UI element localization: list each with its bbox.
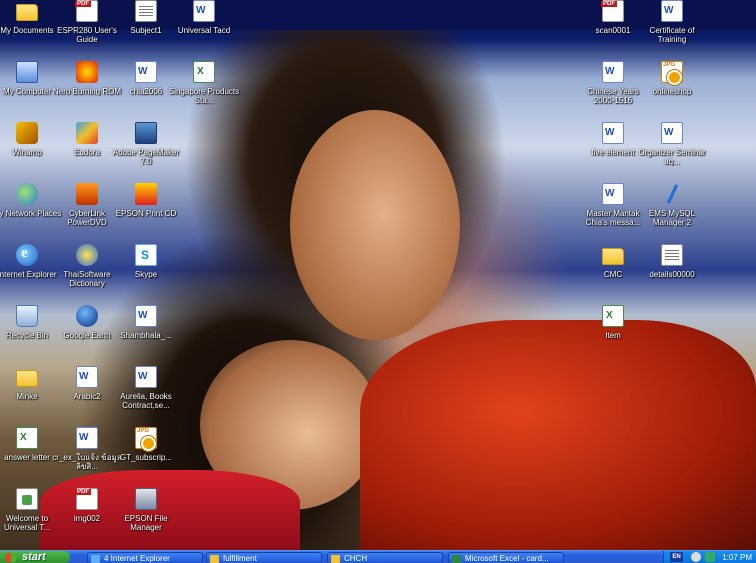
desktop-icon[interactable]: EPSON Print CD [113, 183, 179, 241]
wallpaper-face-man [290, 110, 460, 340]
skype-icon [135, 244, 157, 266]
desktop-icon-label: EPSON File Manager [124, 514, 168, 532]
desktop-icon[interactable]: onlineshop [639, 61, 705, 119]
excel-icon [452, 555, 461, 563]
desktop-icon[interactable]: Aurelia, Books Contract,se... [113, 366, 179, 424]
doc-icon [76, 366, 98, 388]
nero-icon [76, 61, 98, 83]
desktop-icon-label: Aurelia, Books Contract,se... [120, 392, 172, 410]
taskbar: start 4 Internet Explorer fulfillment CH… [0, 550, 756, 563]
system-tray: EN 1:07 PM [663, 551, 756, 563]
pdf-icon [75, 488, 98, 510]
wallpaper-red-jacket [360, 320, 756, 550]
doc-icon [661, 122, 683, 144]
taskbar-button-label: Microsoft Excel - card... [465, 554, 549, 563]
volume-icon[interactable] [691, 552, 701, 562]
desktop-icon[interactable]: Adobe PageMaker 7.0 [113, 122, 179, 180]
doc-icon [135, 305, 157, 327]
txt-icon [135, 0, 157, 22]
network-tray-icon[interactable] [705, 552, 715, 562]
taskbar-button-chch[interactable]: CHCH [327, 552, 443, 563]
jpg-icon [661, 61, 683, 85]
desktop-icon-label: onlineshop [652, 87, 692, 96]
doc-icon [193, 0, 215, 22]
desktop-icon-label: Universal Tacd [177, 26, 231, 35]
doc-icon [602, 122, 624, 144]
desktop-icon-label: Certificate of Training [649, 26, 695, 44]
taskbar-button-label: 4 Internet Explorer [104, 554, 170, 563]
desktop-icon[interactable]: Certificate of Training [639, 0, 705, 58]
pdf-icon [75, 0, 98, 22]
earth-icon [76, 305, 98, 327]
desktop-icon-label: Singapore Products Sta... [168, 87, 240, 105]
folder-icon [331, 555, 340, 563]
folder-icon [602, 248, 624, 265]
jpg-icon [135, 427, 157, 451]
desktop-icon[interactable]: Universal Tacd [171, 0, 237, 58]
taskbar-button-internet-explorer[interactable]: 4 Internet Explorer [87, 552, 203, 563]
ie-icon [16, 244, 38, 266]
doc-icon [602, 183, 624, 205]
eudora-icon [76, 122, 98, 144]
desktop-icon-label: Organizer Seminar ag... [638, 148, 706, 166]
start-label: start [22, 551, 46, 563]
desktop-icon[interactable]: EPSON File Manager [113, 488, 179, 546]
efm-icon [135, 488, 157, 510]
print-icon [135, 183, 157, 205]
desktop-icon-label: Skype [134, 270, 158, 279]
windows-logo-icon [6, 553, 16, 562]
doc-icon [602, 61, 624, 83]
desktop-icon-label: Adobe PageMaker 7.0 [112, 148, 180, 166]
doc-icon [135, 61, 157, 83]
folder-icon [16, 4, 38, 21]
net-icon [16, 183, 38, 205]
desktop-icon[interactable]: EMS MySQL Manager 2 [639, 183, 705, 241]
start-button[interactable]: start [0, 551, 70, 563]
gif-icon [16, 488, 38, 510]
xls-icon [16, 427, 38, 449]
taskbar-button-label: fulfillment [223, 554, 257, 563]
internet-explorer-icon [91, 555, 100, 563]
desktop-icon-label: EMS MySQL Manager 2 [648, 209, 696, 227]
language-indicator[interactable]: EN [670, 552, 683, 562]
desktop-icon-label: details00000 [649, 270, 695, 279]
xls-icon [193, 61, 215, 83]
desktop-icon[interactable]: details00000 [639, 244, 705, 302]
clock: 1:07 PM [722, 553, 752, 562]
pm-icon [135, 122, 157, 144]
mysql-icon [661, 183, 683, 205]
desktop-icon[interactable]: Shambhala_... [113, 305, 179, 363]
txt-icon [661, 244, 683, 266]
doc-icon [76, 427, 98, 449]
doc-icon [135, 366, 157, 388]
pdf-icon [601, 0, 624, 22]
taskbar-button-excel[interactable]: Microsoft Excel - card... [448, 552, 564, 563]
desktop-icon-label: Item [605, 331, 621, 340]
taskbar-button-fulfillment[interactable]: fulfillment [206, 552, 322, 563]
xls-icon [602, 305, 624, 327]
folder-icon [16, 370, 38, 387]
dvd-icon [76, 183, 98, 205]
doc-icon [661, 0, 683, 22]
winamp-icon [16, 122, 38, 144]
folder-icon [210, 555, 219, 563]
desktop-icon[interactable]: Singapore Products Sta... [169, 61, 239, 119]
desktop-icon[interactable]: Skype [113, 244, 179, 302]
pc-icon [16, 61, 38, 83]
bin-icon [16, 305, 38, 327]
desktop-icon-label: GT_subscrip... [119, 453, 172, 462]
desktop-icon[interactable]: Organizer Seminar ag... [638, 122, 706, 180]
desktop-icon[interactable]: GT_subscrip... [113, 427, 179, 485]
taskbar-button-label: CHCH [344, 554, 368, 563]
desktop-icon-label: Shambhala_... [120, 331, 172, 340]
desktop-icon-label: EPSON Print CD [115, 209, 177, 218]
desktop-icon[interactable]: Item [580, 305, 646, 363]
thai-icon [76, 244, 98, 266]
